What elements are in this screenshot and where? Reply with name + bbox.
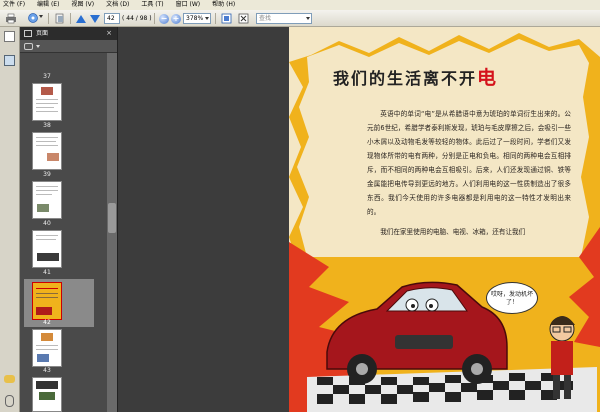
minus-icon: −	[159, 13, 169, 24]
search-input[interactable]: 查找	[256, 13, 312, 24]
page-body: 英语中的单词“电”是从希腊语中意为琥珀的单词衍生出来的。公元前6世纪，希腊学者泰…	[367, 107, 571, 243]
thumbnail-label: 40	[43, 220, 51, 227]
title-accent: 电	[477, 67, 499, 89]
page-thumbnail[interactable]	[32, 377, 62, 412]
chevron-down-icon	[306, 17, 310, 20]
previous-page-button[interactable]	[74, 12, 88, 25]
arrow-down-icon	[90, 14, 100, 23]
menu-window[interactable]: 窗口 (W)	[176, 0, 201, 10]
page-thumbnail[interactable]	[32, 329, 62, 367]
thumbnail-label: 43	[43, 367, 51, 374]
chevron-down-icon	[39, 15, 43, 18]
hand-tool-button[interactable]	[52, 12, 66, 25]
scroll-thumb[interactable]	[108, 203, 116, 233]
page-count: ( 44 / 98 )	[122, 15, 152, 22]
pages-panel: 页面 × 37 38 39 40 41 42 43	[20, 27, 117, 412]
next-page-button[interactable]	[88, 12, 102, 25]
chevron-down-icon	[36, 45, 40, 48]
menu-help[interactable]: 帮助 (H)	[212, 0, 235, 10]
pages-icon	[24, 30, 32, 37]
menu-view[interactable]: 视图 (V)	[71, 0, 94, 10]
title-main: 我们的生活离不开	[333, 69, 478, 88]
zoom-input[interactable]: 378%	[183, 13, 211, 24]
document-background	[117, 27, 289, 412]
page-title: 我们的生活离不开电	[333, 63, 498, 90]
panel-options-bar	[20, 40, 117, 53]
fit-page-icon	[221, 13, 231, 24]
speech-bubble: 哎呀，发动机坏了！	[486, 282, 538, 314]
menu-tools[interactable]: 工具 (T)	[141, 0, 163, 10]
bookmarks-icon[interactable]	[4, 55, 15, 66]
search-placeholder: 查找	[259, 15, 272, 22]
thumbnail-label: 41	[43, 269, 51, 276]
paragraph: 英语中的单词“电”是从希腊语中意为琥珀的单词衍生出来的。公元前6世纪，希腊学者泰…	[367, 110, 571, 216]
comment-tools-button[interactable]	[22, 12, 44, 25]
menu-file[interactable]: 文件 (F)	[3, 0, 25, 10]
toolbar: 42 ( 44 / 98 ) − + 378% 查找	[0, 10, 600, 27]
fit-width-button[interactable]	[236, 12, 250, 25]
car-illustration	[307, 281, 597, 412]
options-icon[interactable]	[24, 43, 33, 50]
chevron-down-icon	[205, 17, 209, 20]
print-button[interactable]	[4, 12, 18, 25]
page-thumbnail[interactable]	[32, 132, 62, 170]
menu-bar: 文件 (F) 编辑 (E) 视图 (V) 文档 (D) 工具 (T) 窗口 (W…	[0, 0, 600, 10]
menu-edit[interactable]: 编辑 (E)	[37, 0, 59, 10]
zoom-in-button[interactable]: +	[169, 12, 183, 25]
pages-panel-header: 页面 ×	[20, 27, 117, 40]
fit-page-button[interactable]	[219, 12, 233, 25]
thumbnail-label: 38	[43, 122, 51, 129]
page-thumbnail-selected[interactable]	[32, 282, 62, 320]
comment-icon	[27, 13, 38, 23]
arrow-up-icon	[76, 14, 86, 23]
page-thumbnail[interactable]	[32, 83, 62, 121]
panel-title: 页面	[36, 30, 49, 37]
hand-icon	[55, 13, 63, 24]
fit-width-icon	[238, 13, 248, 24]
page-number-input[interactable]: 42	[104, 13, 120, 24]
pages-icon[interactable]	[4, 31, 15, 42]
plus-icon: +	[171, 13, 181, 24]
thumbnail-label: 37	[43, 73, 51, 80]
menu-document[interactable]: 文档 (D)	[106, 0, 129, 10]
printer-icon	[6, 13, 16, 24]
comment-icon[interactable]	[4, 375, 15, 383]
page-thumbnail[interactable]	[32, 230, 62, 268]
attachment-icon[interactable]	[5, 395, 14, 407]
zoom-value: 378%	[186, 15, 204, 22]
thumbnail-label: 42	[43, 319, 51, 326]
paragraph: 我们在家里使用的电脑、电视、冰箱，还有让我们	[380, 228, 526, 236]
thumbnail-scrollbar[interactable]	[107, 53, 117, 412]
close-icon[interactable]: ×	[106, 27, 112, 40]
navigation-strip	[0, 27, 20, 412]
page-thumbnail[interactable]	[32, 181, 62, 219]
document-page: 我们的生活离不开电 英语中的单词“电”是从希腊语中意为琥珀的单词衍生出来的。公元…	[289, 27, 600, 412]
thumbnail-label: 39	[43, 171, 51, 178]
